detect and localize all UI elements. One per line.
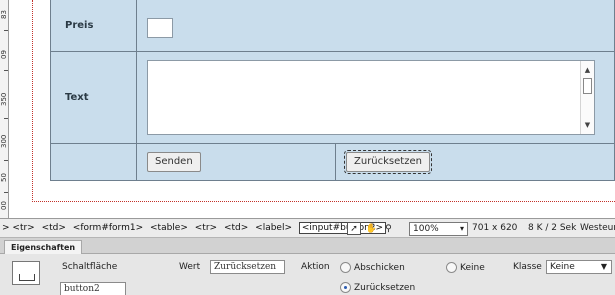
zoom-tool-icon[interactable]: ⚲ bbox=[381, 223, 395, 236]
type-label: Schaltfläche bbox=[62, 262, 118, 272]
vertical-ruler: 83 09 350 300 50 00 bbox=[0, 0, 9, 218]
zoom-select[interactable]: 100% ▾ bbox=[409, 222, 468, 236]
submit-button[interactable]: Senden bbox=[147, 152, 201, 172]
chevron-down-icon: ▼ bbox=[600, 262, 607, 271]
form-table: Preis Text ▲ ▼ Senden Zurücksetzen bbox=[50, 0, 615, 181]
class-label: Klasse bbox=[513, 262, 542, 272]
ruler-label: 50 bbox=[0, 173, 8, 183]
window-size[interactable]: 701 x 620 bbox=[472, 223, 517, 233]
tag-item[interactable]: <tr> bbox=[12, 223, 34, 233]
tab-properties[interactable]: Eigenschaften bbox=[4, 240, 83, 254]
pointer-tool-icon[interactable]: ➚ bbox=[347, 222, 361, 235]
radio-none[interactable] bbox=[446, 262, 457, 273]
encoding: Westeuro bbox=[580, 223, 615, 233]
zoom-value: 100% bbox=[413, 224, 439, 234]
ruler-label: 83 bbox=[0, 10, 8, 20]
properties-body: Schaltfläche button2 Wert Zurücksetzen A… bbox=[0, 255, 615, 295]
ruler-label: 09 bbox=[0, 50, 8, 60]
radio-none-label: Keine bbox=[460, 263, 485, 273]
tag-item[interactable]: <td> bbox=[42, 223, 66, 233]
class-select[interactable]: Keine ▼ bbox=[546, 260, 612, 274]
button-element-icon bbox=[12, 261, 40, 285]
status-tools: ➚ ✋ ⚲ bbox=[347, 222, 395, 236]
value-label: Wert bbox=[179, 262, 201, 272]
tag-item[interactable]: <tr> bbox=[195, 223, 217, 233]
label-price: Preis bbox=[50, 0, 137, 52]
name-field[interactable]: button2 bbox=[60, 282, 126, 295]
tag-item[interactable]: <table> bbox=[150, 223, 188, 233]
tag-selector-bar: > <tr> <td> <form#form1> <table> <tr> <t… bbox=[0, 218, 615, 238]
class-value: Keine bbox=[550, 262, 575, 272]
text-area[interactable]: ▲ ▼ bbox=[147, 60, 595, 135]
reset-cell: Zurücksetzen bbox=[336, 144, 615, 181]
table-row: Senden Zurücksetzen bbox=[50, 144, 615, 181]
table-row: Preis bbox=[50, 0, 615, 52]
empty-label-cell bbox=[50, 144, 137, 181]
scroll-up-icon[interactable]: ▲ bbox=[581, 65, 594, 75]
action-label: Aktion bbox=[301, 262, 330, 272]
textarea-scrollbar[interactable]: ▲ ▼ bbox=[580, 61, 594, 134]
radio-submit[interactable] bbox=[340, 262, 351, 273]
scroll-down-icon[interactable]: ▼ bbox=[581, 120, 594, 130]
chevron-down-icon: ▾ bbox=[459, 224, 464, 233]
ruler-label: 300 bbox=[0, 134, 8, 148]
price-input[interactable] bbox=[147, 17, 173, 38]
price-cell bbox=[137, 0, 615, 52]
properties-panel: Eigenschaften Schaltfläche button2 Wert … bbox=[0, 238, 615, 295]
tag-item[interactable]: <label> bbox=[255, 223, 292, 233]
label-text: Text bbox=[50, 52, 137, 144]
radio-submit-label: Abschicken bbox=[354, 263, 405, 273]
tag-item[interactable]: <td> bbox=[224, 223, 248, 233]
ruler-label: 350 bbox=[0, 92, 8, 106]
hand-tool-icon[interactable]: ✋ bbox=[364, 223, 378, 236]
properties-tab-row: Eigenschaften bbox=[0, 238, 615, 254]
value-field[interactable]: Zurücksetzen bbox=[210, 260, 285, 274]
tag-breadcrumb: > <tr> <td> <form#form1> <table> <tr> <t… bbox=[2, 222, 390, 234]
table-row: Text ▲ ▼ bbox=[50, 52, 615, 144]
submit-cell: Senden bbox=[137, 144, 336, 181]
ruler-label: 00 bbox=[0, 201, 8, 211]
text-cell: ▲ ▼ bbox=[137, 52, 615, 144]
tag-item[interactable]: <form#form1> bbox=[73, 223, 143, 233]
reset-button[interactable]: Zurücksetzen bbox=[344, 150, 432, 174]
scroll-thumb[interactable] bbox=[583, 78, 592, 94]
file-size: 8 K / 2 Sek bbox=[528, 223, 577, 233]
design-view: 83 09 350 300 50 00 Preis Text ▲ ▼ Sende… bbox=[0, 0, 615, 218]
radio-reset-label: Zurücksetzen bbox=[354, 283, 416, 293]
radio-reset[interactable] bbox=[340, 282, 351, 293]
